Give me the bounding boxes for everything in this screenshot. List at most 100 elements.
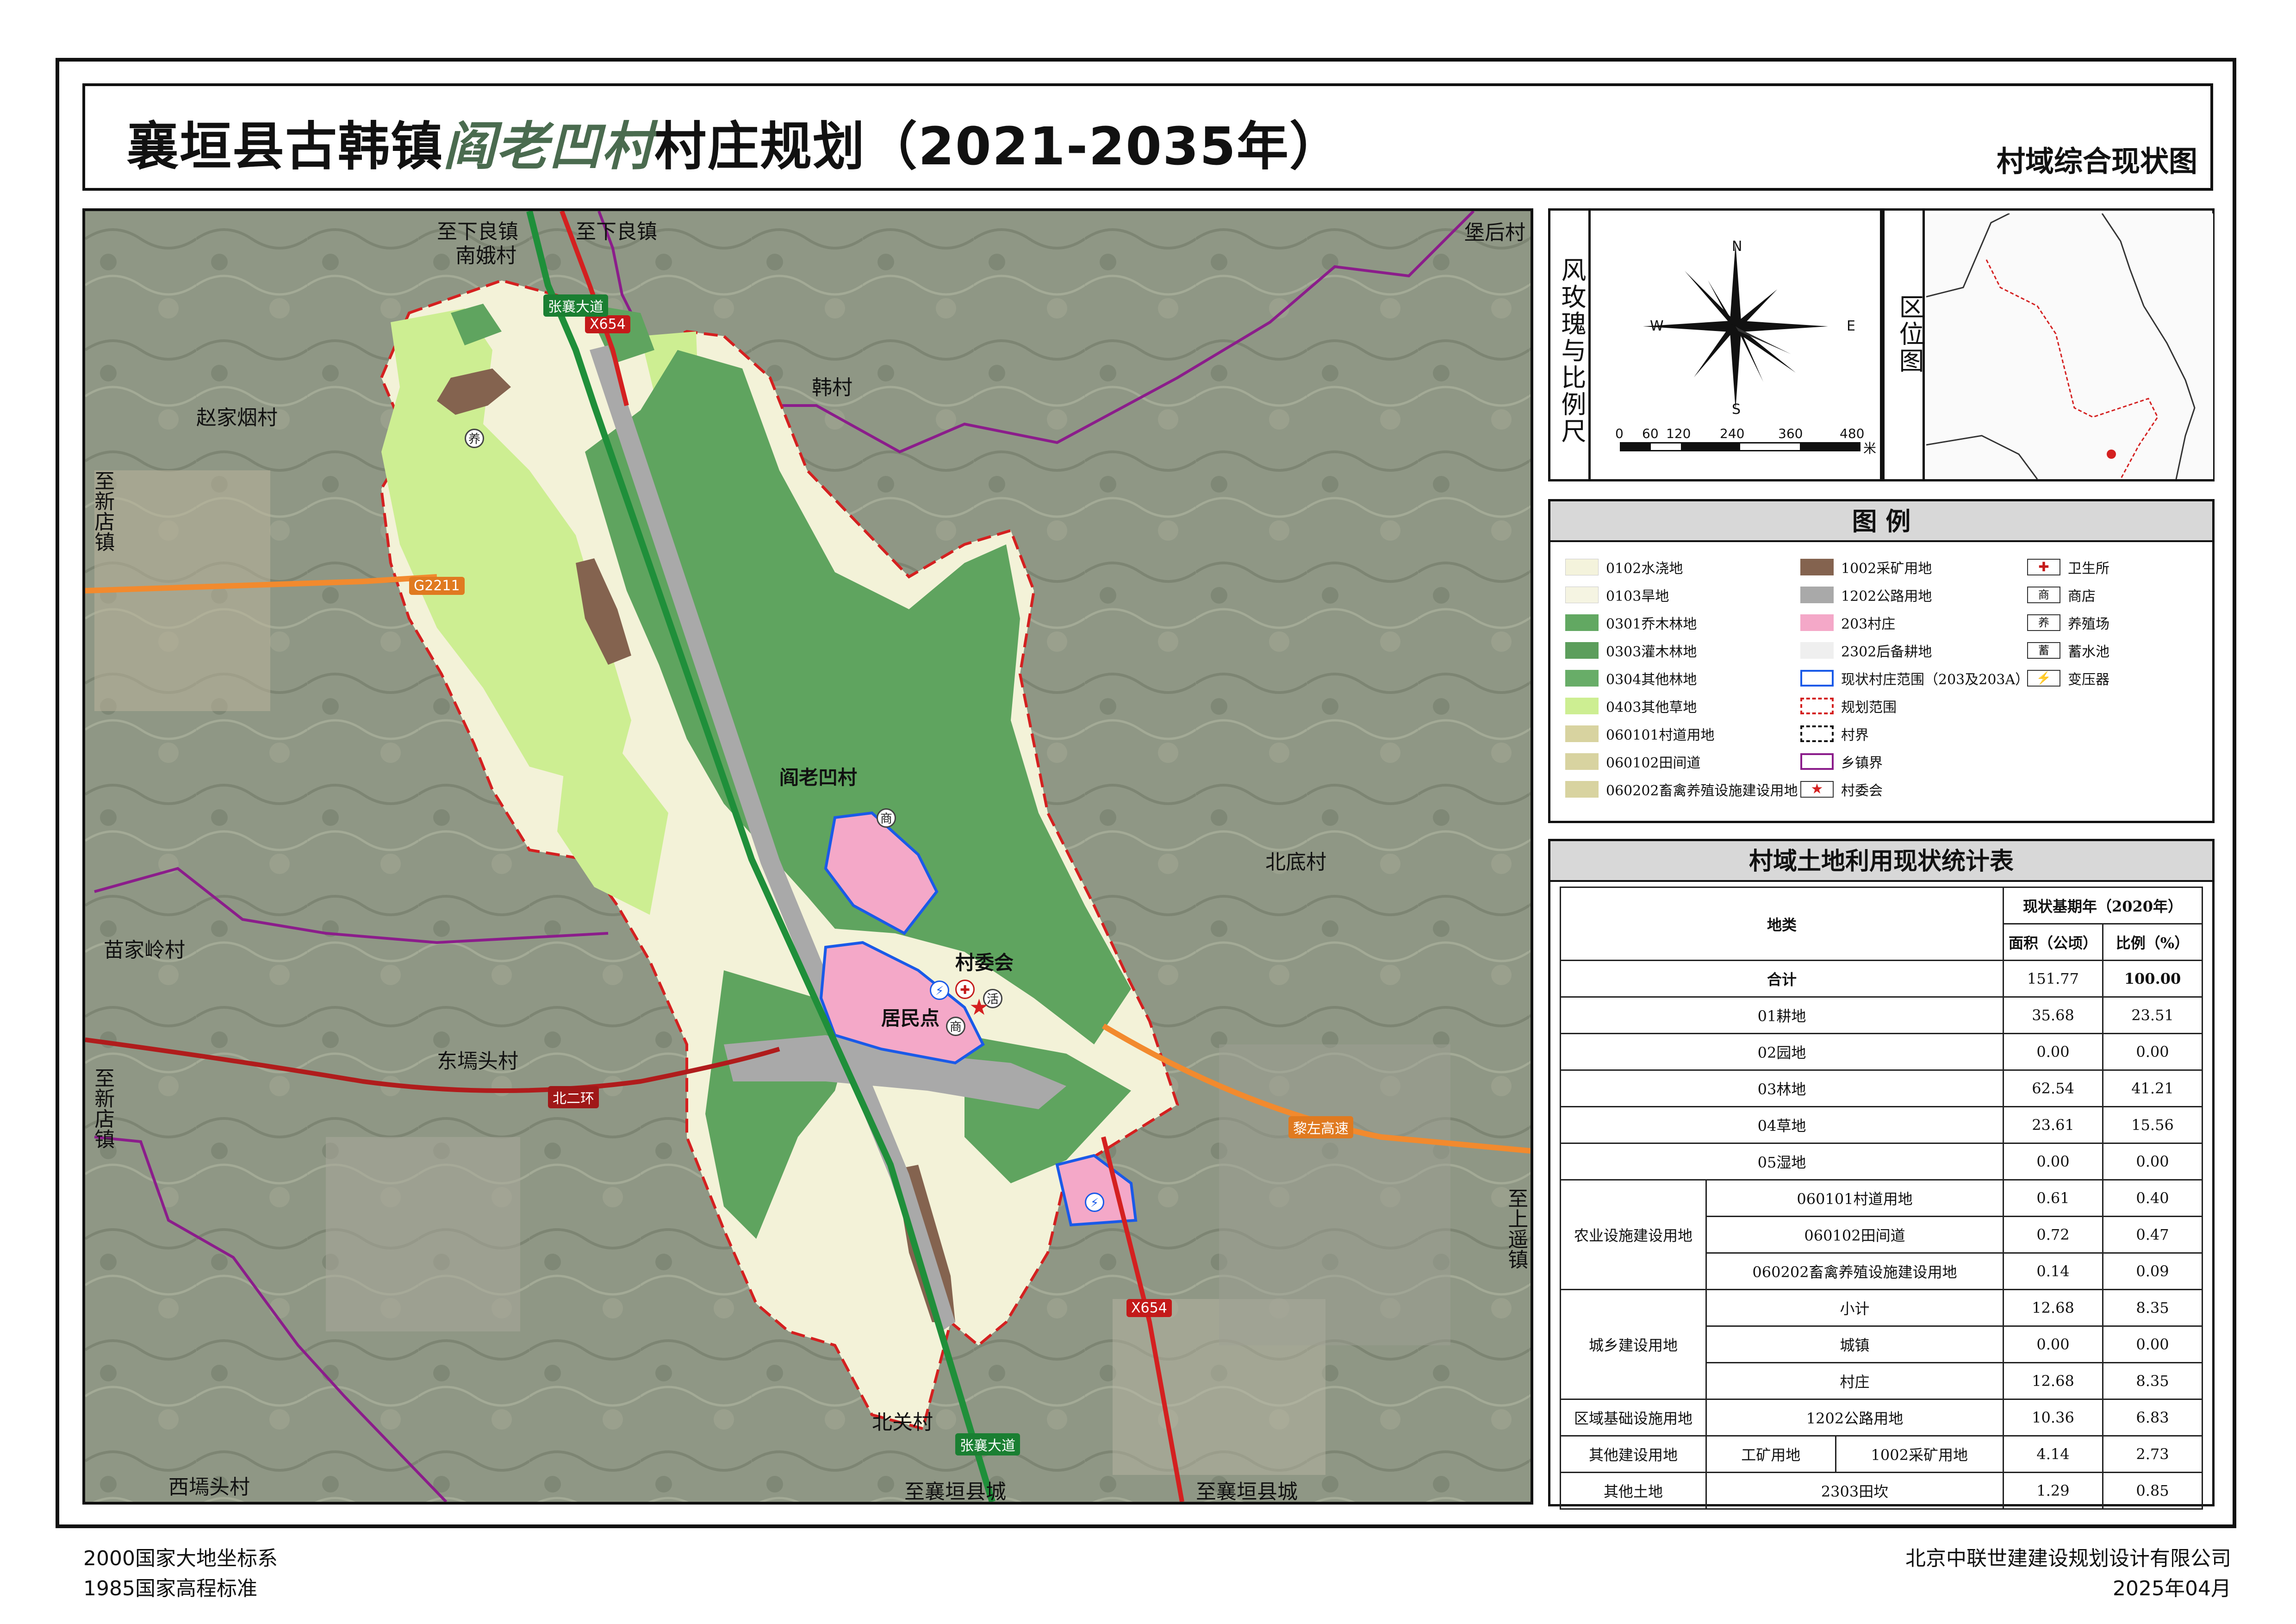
map-panel[interactable]: 至下良镇 至下良镇 南娥村 堡后村 韩村 赵家烟村 至新店镇 至新店镇 阎老凹村… [82,208,1533,1505]
store-icon: 商 [2027,587,2060,603]
built-area [326,1137,520,1331]
road-tag-x654-south: X654 [1126,1299,1172,1317]
footer-elevation-system: 1985国家高程标准 [83,1577,257,1600]
table-row: 区域基础设施用地 1202公路用地 10.36 6.83 [1560,1399,2203,1437]
swatch [1565,559,1599,575]
swatch [1800,614,1834,631]
table-row: 城乡建设用地 小计 12.68 8.35 [1560,1289,2203,1400]
legend-item-0102: 0102水浇地 [1565,557,1683,577]
legend-item-transformer: ⚡ 变压器 [2027,668,2109,688]
legend-item-0303: 0303灌木林地 [1565,640,1697,661]
swatch [1565,753,1599,770]
swatch [1800,587,1834,603]
transformer-icon[interactable]: ⚡ [930,981,949,1000]
footer-company: 北京中联世建建设规划设计有限公司 [1905,1547,2231,1570]
road-tag-g2211: G2211 [409,577,465,595]
legend-item-planning-extent: 规划范围 [1800,696,1897,716]
swatch [1565,725,1599,742]
legend-item-2302: 2302后备耕地 [1800,640,1932,661]
village-committee-star-icon: ★ [1800,781,1834,798]
legend-item-1002: 1002采矿用地 [1800,557,1932,577]
label-zhaojiayan-village: 赵家烟村 [196,406,278,430]
swatch [1565,698,1599,714]
scale-tick-120: 120 [1666,426,1691,441]
legend-item-1202: 1202公路用地 [1800,585,1932,605]
panel-divider [1588,211,1591,479]
label-nane-village: 南娥村 [455,244,516,268]
footer-coord-system: 2000国家大地坐标系 [83,1547,278,1570]
legend-item-0304: 0304其他林地 [1565,668,1697,688]
label-settlement: 居民点 [881,1007,940,1030]
legend-item-0301: 0301乔木林地 [1565,612,1697,633]
location-map-panel: 区位图 [1882,208,2215,481]
label-dongyuantou-village: 东墕头村 [437,1049,518,1073]
other-build-name: 1002采矿用地 [1871,1446,1968,1464]
road-tag-beierhuan: 北二环 [548,1086,599,1108]
head-period: 现状基期年（2020年） [2003,887,2203,924]
wind-rose-panel: 风玫瑰与比例尺 N S W E 0 60 120 240 360 480 米 [1548,208,1882,481]
legend-item-township-boundary: 乡镇界 [1800,751,1883,772]
legend-item-farm: 养养殖场 [2027,612,2109,633]
table-row: 其他土地 2303田坎 1.29 0.85 [1560,1472,2203,1510]
legend-item-0403: 0403其他草地 [1565,696,1697,716]
label-village-committee: 村委会 [955,951,1014,974]
legend-title: 图 例 [1550,501,2212,542]
road-tag-x654-north: X654 [585,315,630,333]
table-row: 01耕地 35.68 23.51 [1560,996,2203,1034]
swatch [1565,642,1599,659]
stats-panel: 村域土地利用现状统计表 地类 现状基期年（2020年） 面积（公顷） 比例（%）… [1548,839,2215,1510]
swatch [1565,670,1599,687]
label-to-xindian-1: 至新店镇 [91,470,115,552]
legend-item-village-extent: 现状村庄范围（203及203A） [1800,668,2029,688]
title-village: 阎老凹村 [443,116,654,177]
legend-item-060102: 060102田间道 [1565,751,1701,772]
water-pool-icon: 蓄 [2027,642,2060,659]
map-subtitle: 村域综合现状图 [1996,144,2197,178]
legend-item-060202: 060202畜禽养殖设施建设用地 [1565,779,1798,800]
compass-e: E [1847,318,1855,334]
table-row: 03林地 62.54 41.21 [1560,1069,2203,1107]
scale-tick-0: 0 [1615,426,1624,441]
road-tag-zhangxiang-north: 张襄大道 [543,294,608,317]
scale-unit: 米 [1863,441,1877,456]
village-committee-star-icon[interactable]: ★ [969,996,989,1018]
head-ratio: 比例（%） [2102,923,2203,961]
label-baohou-village: 堡后村 [1464,221,1525,244]
farm-icon: 养 [2027,614,2060,631]
other-build-sub: 工矿用地 [1707,1437,1836,1472]
transformer-icon: ⚡ [2027,670,2060,687]
label-han-village: 韩村 [812,376,852,400]
store-icon[interactable]: 商 [946,1017,965,1036]
store-icon[interactable]: 商 [877,808,896,828]
table-row: 农业设施建设用地 060101村道用地 0.61 0.40 [1560,1179,2203,1290]
head-area: 面积（公顷） [2003,923,2103,961]
farm-icon[interactable]: 养 [465,429,484,448]
legend-item-store: 商商店 [2027,585,2096,605]
swatch [1800,559,1834,575]
label-to-xialiang-2: 至下良镇 [576,220,657,244]
title-suffix: 村庄规划（2021-2035年） [654,117,1342,177]
panel-divider [1923,211,1925,479]
title-bar: 襄垣县古韩镇阎老凹村村庄规划（2021-2035年） 村域综合现状图 [82,83,2213,191]
legend-item-village-boundary: 村界 [1800,724,1869,744]
road-tag-zhangxiang-south: 张襄大道 [955,1433,1020,1455]
table-row: 05湿地 0.00 0.00 [1560,1143,2203,1181]
label-beidi-village: 北底村 [1265,850,1326,874]
head-category: 地类 [1560,887,2004,961]
built-area [1219,1044,1450,1345]
scale-tick-480: 480 [1840,426,1865,441]
legend-item-committee: ★ 村委会 [1800,779,1883,800]
swatch [1800,670,1834,687]
label-to-xindian-2: 至新店镇 [91,1068,115,1149]
title-prefix: 襄垣县古韩镇 [127,117,443,177]
table-row: 其他建设用地 工矿用地 1002采矿用地 4.14 2.73 [1560,1435,2203,1473]
transformer-icon[interactable]: ⚡ [1085,1193,1104,1212]
swatch [1565,614,1599,631]
page-title: 襄垣县古韩镇阎老凹村村庄规划（2021-2035年） [127,105,1342,180]
label-to-xiangyuan-2: 至襄垣县城 [1196,1480,1298,1504]
swatch [1565,781,1599,798]
scale-tick-360: 360 [1778,426,1803,441]
label-to-xiangyuan-1: 至襄垣县城 [904,1480,1006,1504]
label-miaojialing-village: 苗家岭村 [104,938,185,962]
legend-item-060101: 060101村道用地 [1565,724,1715,744]
